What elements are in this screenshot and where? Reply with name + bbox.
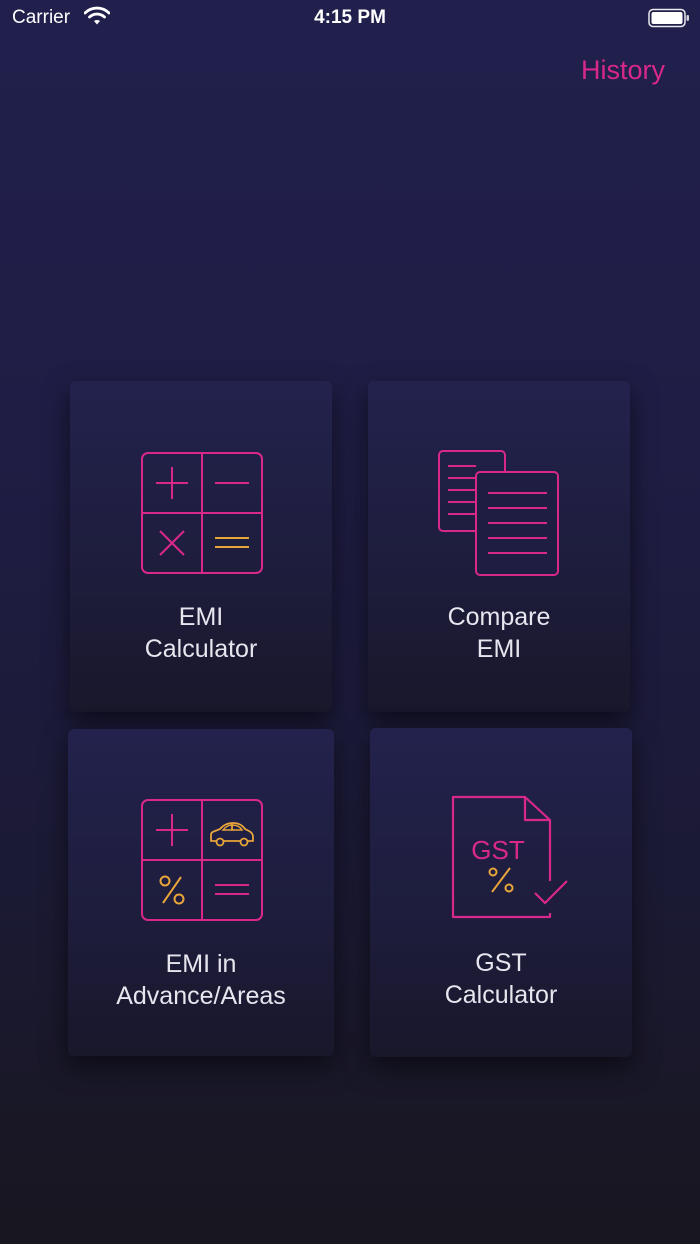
card-label-line2: Advance/Areas <box>116 982 286 1010</box>
emi-calculator-card[interactable]: EMI Calculator <box>70 381 332 712</box>
gst-calculator-card[interactable]: GST GST Calculator <box>370 728 632 1057</box>
documents-icon <box>438 450 562 583</box>
card-label-line2: Calculator <box>444 981 558 1009</box>
card-label-line1: Compare <box>447 603 551 631</box>
card-label-line1: GST <box>475 949 527 977</box>
svg-text:GST: GST <box>471 835 525 865</box>
clock: 4:15 PM <box>314 7 386 28</box>
calculator-icon <box>141 452 263 579</box>
card-label: EMI Calculator <box>70 601 332 665</box>
compare-emi-card[interactable]: Compare EMI <box>368 381 630 712</box>
status-bar: Carrier 4:15 PM <box>0 0 700 40</box>
card-label: GST Calculator <box>370 947 632 1011</box>
card-label-line2: Calculator <box>144 635 258 663</box>
battery-icon <box>648 8 690 33</box>
card-label-line2: EMI <box>476 635 522 663</box>
gst-document-icon: GST <box>450 795 570 926</box>
card-label-line1: EMI <box>178 603 224 631</box>
card-label: EMI in Advance/Areas <box>68 948 334 1012</box>
card-label-line1: EMI in <box>165 950 237 978</box>
history-button[interactable]: History <box>581 55 665 86</box>
calculator-car-icon <box>141 799 263 926</box>
emi-advance-areas-card[interactable]: EMI in Advance/Areas <box>68 729 334 1056</box>
card-label: Compare EMI <box>368 601 630 665</box>
